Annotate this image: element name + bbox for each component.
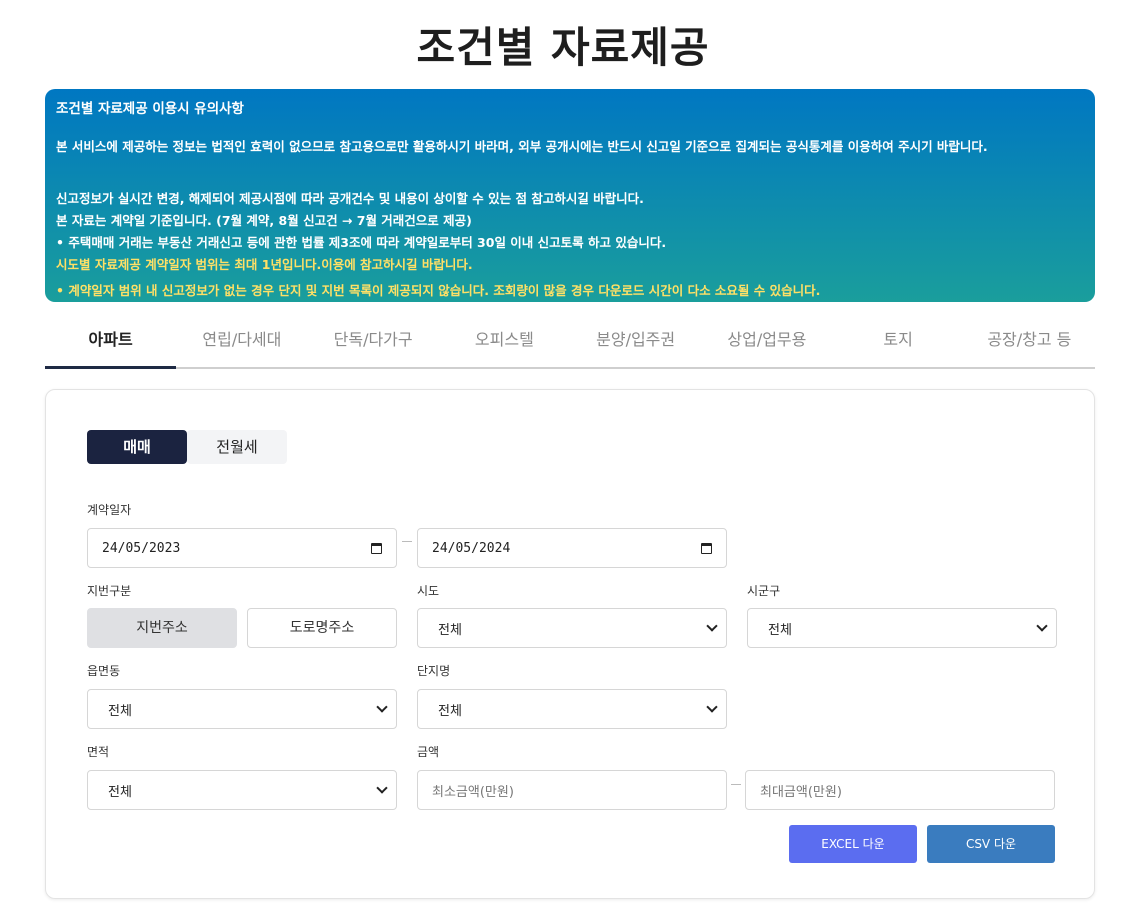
notice-line-6: • 계약일자 범위 내 신고정보가 없는 경우 단지 및 지번 목록이 제공되지… [56, 283, 821, 298]
sido-label: 시도 [417, 584, 440, 598]
csv-download-button[interactable]: CSV 다운 [927, 825, 1055, 863]
tab-factory[interactable]: 공장/창고 등 [964, 318, 1095, 367]
chevron-down-icon [706, 620, 718, 632]
date-to-value: 24/05/2024 [432, 540, 511, 556]
eupmyeondong-select[interactable]: 전체 [87, 689, 397, 729]
trade-type-toggle: 매매 전월세 [87, 430, 287, 464]
sido-value: 전체 [438, 622, 462, 638]
notice-title: 조건별 자료제공 이용시 유의사항 [56, 101, 244, 117]
complex-value: 전체 [438, 703, 462, 719]
chevron-down-icon [376, 701, 388, 713]
eupmyeondong-label: 읍면동 [87, 664, 121, 678]
rent-button[interactable]: 전월세 [187, 430, 287, 464]
chevron-down-icon [1036, 620, 1048, 632]
tab-detached[interactable]: 단독/다가구 [308, 318, 439, 367]
amount-label: 금액 [417, 745, 440, 759]
search-panel: 매매 전월세 계약일자 24/05/2023 24/05/2024 지번구분 지… [45, 389, 1095, 899]
min-amount-input[interactable]: 최소금액(만원) [417, 770, 727, 810]
notice-line-2: 신고정보가 실시간 변경, 해제되어 제공시점에 따라 공개건수 및 내용이 상… [56, 191, 644, 206]
tab-land[interactable]: 토지 [833, 318, 964, 367]
complex-select[interactable]: 전체 [417, 689, 727, 729]
date-to-input[interactable]: 24/05/2024 [417, 528, 727, 568]
tab-rowhouse[interactable]: 연립/다세대 [176, 318, 307, 367]
jibun-address-button[interactable]: 지번주소 [87, 608, 237, 648]
chevron-down-icon [376, 782, 388, 794]
max-amount-placeholder: 최대금액(만원) [760, 784, 842, 800]
max-amount-input[interactable]: 최대금액(만원) [745, 770, 1055, 810]
excel-download-button[interactable]: EXCEL 다운 [789, 825, 917, 863]
date-from-input[interactable]: 24/05/2023 [87, 528, 397, 568]
tab-apartment[interactable]: 아파트 [45, 318, 177, 369]
sigungu-value: 전체 [768, 622, 792, 638]
area-select[interactable]: 전체 [87, 770, 397, 810]
tab-officetel[interactable]: 오피스텔 [439, 318, 570, 367]
notice-line-5: 시도별 자료제공 계약일자 범위는 최대 1년입니다.이용에 참고하시길 바랍니… [56, 257, 473, 272]
sido-select[interactable]: 전체 [417, 608, 727, 648]
eupmyeondong-value: 전체 [108, 703, 132, 719]
road-address-button[interactable]: 도로명주소 [247, 608, 397, 648]
tab-commercial[interactable]: 상업/업무용 [701, 318, 832, 367]
date-from-value: 24/05/2023 [102, 540, 181, 556]
notice-line-4: • 주택매매 거래는 부동산 거래신고 등에 관한 법률 제3조에 따라 계약일… [56, 235, 667, 250]
min-amount-placeholder: 최소금액(만원) [432, 784, 514, 800]
sale-button[interactable]: 매매 [87, 430, 187, 464]
lot-type-label: 지번구분 [87, 584, 132, 598]
chevron-down-icon [706, 701, 718, 713]
contract-date-label: 계약일자 [87, 503, 132, 517]
calendar-icon[interactable] [371, 542, 382, 554]
date-range-dash [402, 541, 412, 542]
complex-label: 단지명 [417, 664, 451, 678]
calendar-icon[interactable] [701, 542, 712, 554]
sigungu-label: 시군구 [747, 584, 781, 598]
amount-range-dash [731, 784, 741, 785]
property-type-tabs: 아파트 연립/다세대 단독/다가구 오피스텔 분양/입주권 상업/업무용 토지 … [45, 318, 1095, 369]
area-label: 면적 [87, 745, 110, 759]
sigungu-select[interactable]: 전체 [747, 608, 1057, 648]
area-value: 전체 [108, 784, 132, 800]
notice-line-1: 본 서비스에 제공하는 정보는 법적인 효력이 없으므로 참고용으로만 활용하시… [56, 139, 988, 154]
notice-line-3: 본 자료는 계약일 기준입니다. (7월 계약, 8월 신고건 → 7월 거래건… [56, 213, 472, 228]
page-title: 조건별 자료제공 [416, 23, 710, 72]
tab-presale[interactable]: 분양/입주권 [570, 318, 701, 367]
notice-box: 조건별 자료제공 이용시 유의사항 본 서비스에 제공하는 정보는 법적인 효력… [45, 89, 1095, 302]
